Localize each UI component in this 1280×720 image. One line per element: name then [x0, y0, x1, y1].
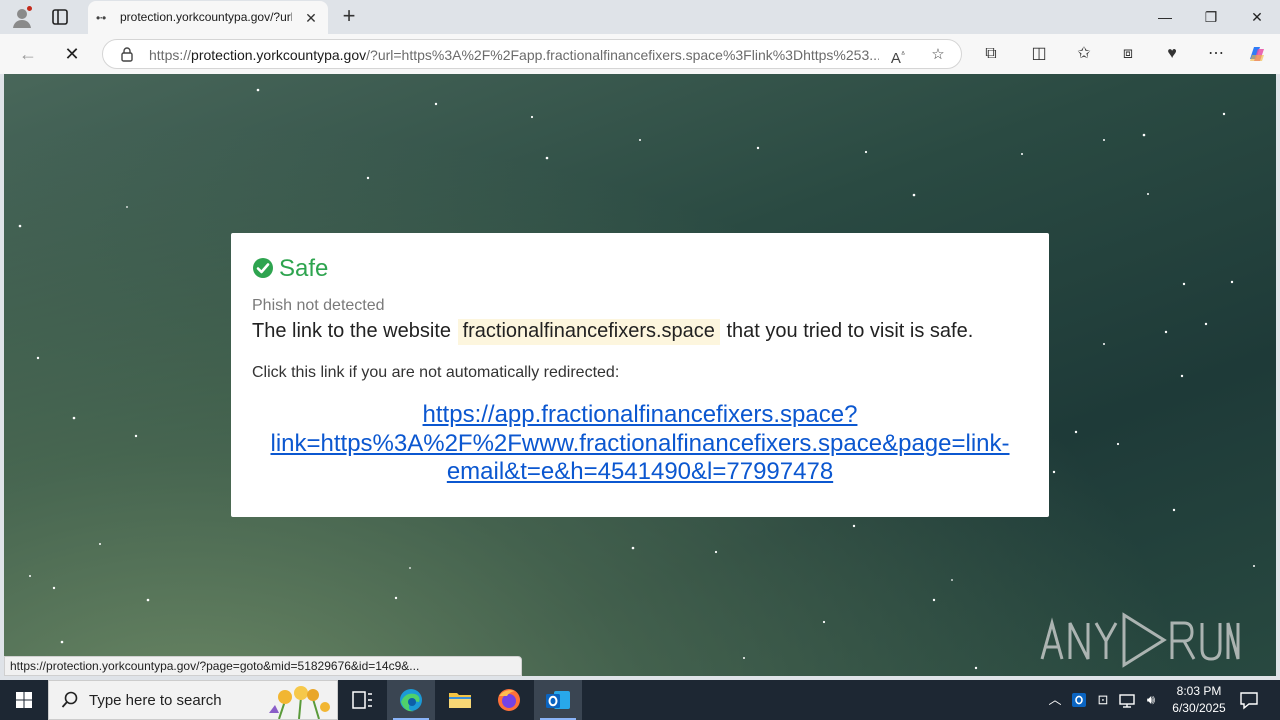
favorite-star-icon[interactable]: ☆	[927, 44, 949, 66]
taskbar-search-box[interactable]: Type here to search	[48, 680, 338, 720]
tab-actions-icon[interactable]	[48, 5, 72, 29]
safety-statement: The link to the website fractionalfinanc…	[252, 319, 973, 345]
redirect-hint: Click this link if you are not automatic…	[252, 364, 620, 381]
statement-prefix: The link to the website	[252, 320, 451, 342]
taskbar-clock[interactable]: 8:03 PM 6/30/2025	[1160, 683, 1238, 717]
start-button[interactable]	[0, 680, 48, 720]
safe-link-card: Safe Phish not detected The link to the …	[231, 233, 1049, 517]
anyrun-watermark	[1040, 609, 1240, 669]
verdict-label: Safe	[279, 255, 329, 282]
statement-suffix: that you tried to visit is safe.	[726, 320, 974, 342]
profile-notification-dot	[26, 5, 33, 12]
back-arrow-icon[interactable]: ←	[16, 42, 40, 66]
minimize-button[interactable]: —	[1142, 0, 1188, 34]
close-window-button[interactable]: ✕	[1234, 0, 1280, 34]
redirect-link-line-1[interactable]: https://app.fractionalfinancefixers.spac…	[423, 401, 858, 428]
collections-icon[interactable]: ⧈	[1117, 43, 1139, 65]
new-tab-button[interactable]: +	[338, 5, 360, 28]
network-icon[interactable]	[1117, 690, 1137, 710]
domain-highlight: fractionalfinancefixers.space	[457, 319, 720, 345]
redirect-link-line-3[interactable]: email&t=e&h=4541490&l=77997478	[447, 458, 833, 485]
lock-icon[interactable]	[119, 46, 135, 62]
browser-toolbar: ← ✕ https://protection.yorkcountypa.gov/…	[0, 34, 1280, 74]
split-screen-icon[interactable]: ◫	[1028, 43, 1050, 65]
device-tray-icon[interactable]: ⊡	[1093, 690, 1113, 710]
search-highlight-flowers-icon	[259, 683, 339, 720]
restore-button[interactable]: ❐	[1188, 0, 1234, 34]
browser-essentials-icon[interactable]: ♥	[1161, 43, 1183, 65]
notification-center-icon[interactable]	[1238, 689, 1260, 711]
address-bar[interactable]: https://protection.yorkcountypa.gov/?url…	[102, 39, 962, 69]
tab-close-icon[interactable]: ✕	[302, 9, 320, 27]
clock-date: 6/30/2025	[1172, 701, 1226, 715]
favorites-icon[interactable]: ✩	[1073, 43, 1095, 65]
stop-loading-icon[interactable]: ✕	[60, 42, 84, 66]
volume-icon[interactable]: 🔊︎	[1141, 690, 1161, 710]
page-viewport: Safe Phish not detected The link to the …	[4, 74, 1276, 676]
browser-tab-bar: •⋅• protection.yorkcountypa.gov/?url ✕ +…	[0, 0, 1280, 34]
windows-logo-icon	[16, 692, 32, 708]
loading-dots-icon: •⋅•	[96, 11, 106, 25]
tab-title: protection.yorkcountypa.gov/?url	[120, 10, 292, 24]
browser-tab-active[interactable]: •⋅• protection.yorkcountypa.gov/?url ✕	[88, 1, 328, 34]
redirect-link-line-2[interactable]: link=https%3A%2F%2Fwww.fractionalfinance…	[270, 430, 1009, 457]
verdict-subtitle: Phish not detected	[252, 297, 385, 314]
link-status-bar: https://protection.yorkcountypa.gov/?pag…	[4, 656, 522, 676]
file-explorer-icon[interactable]	[436, 680, 484, 720]
url-text[interactable]: https://protection.yorkcountypa.gov/?url…	[149, 47, 879, 63]
anyrun-logo-icon	[1040, 612, 1240, 668]
url-host: protection.yorkcountypa.gov	[191, 47, 367, 63]
edge-taskbar-icon[interactable]	[387, 680, 435, 720]
search-placeholder: Type here to search	[89, 692, 222, 709]
verdict-row: Safe	[252, 255, 552, 283]
outlook-icon[interactable]	[534, 680, 582, 720]
profile-avatar-icon[interactable]	[10, 5, 34, 29]
redirect-link[interactable]: https://app.fractionalfinancefixers.spac…	[261, 401, 1019, 487]
url-path: /?url=https%3A%2F%2Fapp.fractionalfinanc…	[366, 47, 879, 63]
read-aloud-icon[interactable]: Aᐞ	[887, 44, 909, 67]
clock-time: 8:03 PM	[1176, 684, 1222, 698]
settings-more-icon[interactable]: ⋯	[1205, 43, 1227, 65]
extensions-icon[interactable]: ⧉	[980, 43, 1002, 65]
check-circle-icon	[252, 257, 274, 279]
url-scheme: https://	[149, 47, 192, 63]
task-view-icon[interactable]	[338, 680, 386, 720]
search-icon	[61, 691, 79, 709]
firefox-icon[interactable]	[485, 680, 533, 720]
copilot-icon[interactable]	[1246, 43, 1268, 65]
outlook-tray-icon[interactable]	[1069, 690, 1089, 710]
windows-taskbar: Type here to search ︿ ⊡ 🔊︎ 8:03 PM 6/30/…	[0, 680, 1280, 720]
show-hidden-icons-chevron-icon[interactable]: ︿	[1045, 690, 1065, 710]
